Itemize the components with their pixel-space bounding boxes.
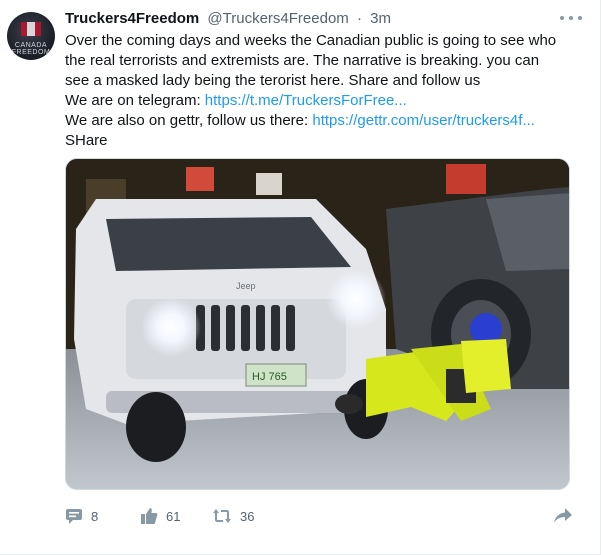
tweet-text-plain: the real terrorists and extremists are. … <box>65 52 540 69</box>
tweet-photo[interactable]: Jeep HJ 765 <box>65 158 570 490</box>
separator-dot: · <box>356 10 362 27</box>
license-plate: HJ 765 <box>252 371 287 383</box>
like-button[interactable]: 61 <box>140 504 180 528</box>
avatar[interactable]: CANADA FREEDOM <box>7 12 55 60</box>
more-icon[interactable] <box>560 10 582 26</box>
retweet-icon <box>213 509 231 523</box>
tweet-text-line: Over the coming days and weeks the Canad… <box>65 31 585 51</box>
photo-scene: Jeep HJ 765 <box>66 159 569 489</box>
jeep-badge: Jeep <box>236 281 256 291</box>
avatar-caption: CANADA FREEDOM <box>11 42 51 56</box>
tweet-actions: 8 61 36 <box>65 504 575 528</box>
retweet-button[interactable]: 36 <box>212 504 254 528</box>
gettr-link[interactable]: https://gettr.com/user/truckers4f... <box>312 112 535 129</box>
flag-graphic <box>446 164 486 194</box>
flag-graphic <box>256 173 282 195</box>
tweet-text-plain: We are on telegram: <box>65 92 205 109</box>
tweet-text-plain: Over the coming days and weeks the Canad… <box>65 32 557 49</box>
reply-button[interactable]: 8 <box>65 504 98 528</box>
tweet-text-line: see a masked lady being the terorist her… <box>65 71 585 91</box>
tweet-text-plain: see a masked lady being the terorist her… <box>65 72 481 89</box>
like-icon <box>141 508 158 524</box>
tweet-timestamp[interactable]: 3m <box>370 10 391 27</box>
tweet-text-line: We are also on gettr, follow us there: h… <box>65 111 585 131</box>
headlight <box>326 269 386 329</box>
tweet-text-plain: We are also on gettr, follow us there: <box>65 112 313 129</box>
tweet-header: Truckers4Freedom @Truckers4Freedom · 3m <box>65 9 580 31</box>
reply-icon <box>66 509 82 524</box>
share-button[interactable] <box>553 504 573 528</box>
headlight <box>141 297 201 357</box>
tweet-text-line: the real terrorists and extremists are. … <box>65 51 585 71</box>
telegram-link[interactable]: https://t.me/TruckersForFree... <box>205 92 407 109</box>
share-icon <box>554 508 572 523</box>
flag-graphic <box>186 167 214 191</box>
tweet-text-line: We are on telegram: https://t.me/Trucker… <box>65 91 585 111</box>
reply-count: 8 <box>91 508 99 524</box>
like-count: 61 <box>166 508 181 524</box>
retweet-count: 36 <box>240 508 255 524</box>
author-name[interactable]: Truckers4Freedom <box>65 10 199 27</box>
tweet-text-plain: SHare <box>65 132 108 149</box>
tweet-text: Over the coming days and weeks the Canad… <box>65 31 585 151</box>
avatar-flag-graphic <box>21 22 41 36</box>
tweet-text-line: SHare <box>65 131 585 151</box>
author-handle[interactable]: @Truckers4Freedom <box>207 10 348 27</box>
tweet-card[interactable]: CANADA FREEDOM Truckers4Freedom @Trucker… <box>0 0 601 555</box>
